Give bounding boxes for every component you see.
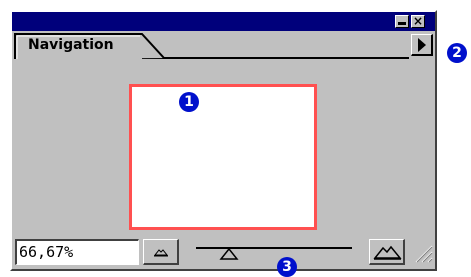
palette-titlebar[interactable]: × xyxy=(12,12,435,31)
callout-1: 1 xyxy=(179,92,199,112)
zoom-percent-input[interactable]: 66,67% xyxy=(15,239,139,265)
close-button[interactable]: × xyxy=(411,15,425,28)
minimize-button[interactable] xyxy=(395,15,409,28)
small-mountains-icon xyxy=(153,249,169,257)
tab-row: Navigation xyxy=(12,31,435,59)
slider-triangle-icon[interactable] xyxy=(219,247,239,261)
callout-3: 3 xyxy=(277,257,297,277)
callout-2: 2 xyxy=(447,43,467,63)
tab-navigation-label: Navigation xyxy=(28,37,114,53)
large-mountains-icon xyxy=(373,245,402,260)
zoom-in-button[interactable] xyxy=(369,239,405,265)
navigator-palette: × Navigation 66,67% xyxy=(10,10,437,271)
tab-row-divider xyxy=(142,57,409,59)
zoom-out-button[interactable] xyxy=(143,239,179,265)
zoom-bar: 66,67% xyxy=(12,237,435,269)
resize-grip-icon[interactable] xyxy=(413,243,433,263)
palette-menu-button[interactable] xyxy=(411,34,433,56)
tab-navigation[interactable]: Navigation xyxy=(14,33,174,59)
preview-view-box[interactable] xyxy=(129,84,317,230)
